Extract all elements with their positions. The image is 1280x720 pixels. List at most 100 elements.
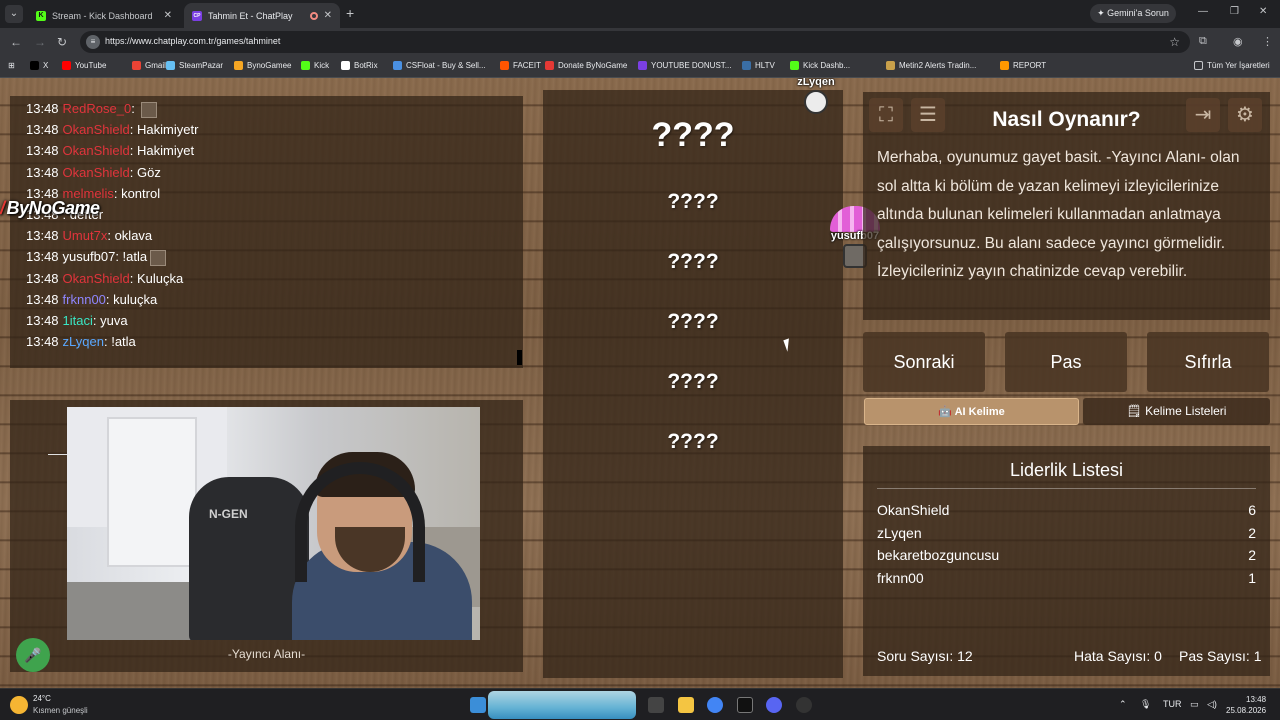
- webcam-feed: N-GEN: [67, 407, 480, 640]
- app-icon[interactable]: [796, 697, 812, 713]
- pass-button[interactable]: Pas: [1005, 332, 1127, 392]
- restore-button[interactable]: ❐: [1230, 6, 1239, 17]
- chat-username[interactable]: OkanShield: [63, 165, 130, 180]
- chat-username[interactable]: OkanShield: [63, 271, 130, 286]
- bookmark-item[interactable]: HLTV: [742, 61, 775, 70]
- bookmark-item[interactable]: YouTube: [62, 61, 106, 70]
- tab-search-button[interactable]: ⌄: [5, 5, 23, 23]
- bookmark-label: Donate ByNoGame: [558, 61, 628, 70]
- chair-brand: N-GEN: [209, 507, 248, 521]
- tab-kick-dashboard[interactable]: K Stream - Kick Dashboard ✕: [28, 3, 180, 28]
- close-tab-icon[interactable]: ✕: [324, 10, 332, 21]
- bookmark-item[interactable]: Donate ByNoGame: [545, 61, 627, 70]
- close-tab-icon[interactable]: ✕: [164, 10, 172, 21]
- menu-kebab-icon[interactable]: ⋮: [1262, 35, 1273, 48]
- bookmark-item[interactable]: YOUTUBE DONUST...: [638, 61, 731, 70]
- bookmark-label: FACEIT: [513, 61, 542, 70]
- tab-chatplay[interactable]: CP Tahmin Et - ChatPlay ✕: [184, 3, 340, 28]
- obs-icon[interactable]: [737, 697, 753, 713]
- bookmark-label: BotRix: [354, 61, 378, 70]
- bookmark-star-icon[interactable]: ☆: [1169, 35, 1180, 49]
- weather-temperature[interactable]: 24°C: [33, 694, 51, 703]
- bookmark-favicon-icon: [301, 61, 310, 70]
- all-bookmarks-button[interactable]: Tüm Yer İşaretleri: [1194, 61, 1270, 70]
- bookmark-favicon-icon: [790, 61, 799, 70]
- bookmark-item[interactable]: Metin2 Alerts Tradin...: [886, 61, 976, 70]
- bookmark-favicon-icon: [886, 61, 895, 70]
- leaderboard-panel: Liderlik Listesi OkanShield 6 zLyqen 2 b…: [863, 446, 1270, 676]
- reset-button[interactable]: Sıfırla: [1147, 332, 1269, 392]
- windows-taskbar: 24°C Kısmen güneşli ⌃ 🎙 TUR ▭ ◁) 13:48 2…: [0, 688, 1280, 720]
- next-button[interactable]: Sonraki: [863, 332, 985, 392]
- start-windows-icon[interactable]: [470, 697, 486, 713]
- chat-username[interactable]: OkanShield: [63, 122, 130, 137]
- language-indicator[interactable]: TUR: [1163, 699, 1182, 709]
- bookmark-item[interactable]: BynoGamee: [234, 61, 291, 70]
- chat-username[interactable]: zLyqen: [63, 334, 104, 349]
- chat-text: kontrol: [121, 185, 161, 201]
- bookmark-item[interactable]: SteamPazar: [166, 61, 223, 70]
- bookmark-item[interactable]: X: [30, 61, 48, 70]
- leaderboard-score: 2: [1248, 547, 1256, 563]
- bookmark-label: Metin2 Alerts Tradin...: [899, 61, 977, 70]
- chat-separator: :: [129, 164, 137, 180]
- brand-overlay-text: ByNoGame: [6, 198, 101, 218]
- network-icon[interactable]: ▭: [1190, 699, 1199, 710]
- chat-username[interactable]: frknn00: [63, 292, 106, 307]
- gemini-button[interactable]: ✦ Gemini'a Sorun: [1090, 4, 1176, 23]
- leaderboard-score: 6: [1248, 502, 1256, 518]
- bookmark-favicon-icon: [545, 61, 554, 70]
- leaderboard-title: Liderlik Listesi: [1009, 460, 1124, 480]
- chat-message: 13:48 RedRose_0:: [26, 101, 158, 118]
- divider: [48, 454, 68, 455]
- weather-sun-icon[interactable]: [10, 696, 28, 714]
- url-text[interactable]: https://www.chatplay.com.tr/games/tahmin…: [105, 36, 280, 46]
- file-explorer-icon[interactable]: [678, 697, 694, 713]
- parachute-username: zLyqen: [797, 78, 835, 88]
- bookmark-item[interactable]: CSFloat - Buy & Sell...: [393, 61, 486, 70]
- apps-grid-icon[interactable]: ⊞: [8, 61, 15, 70]
- close-window-button[interactable]: ✕: [1259, 6, 1267, 17]
- how-to-play-title: Nasıl Oynanır?: [992, 108, 1141, 131]
- minimize-button[interactable]: —: [1198, 6, 1208, 17]
- bookmark-item[interactable]: Kick Dashb...: [790, 61, 850, 70]
- microphone-tray-icon[interactable]: 🎙: [1140, 699, 1151, 710]
- discord-icon[interactable]: [766, 697, 782, 713]
- bookmark-label: Gmail: [145, 61, 166, 70]
- tray-chevron-icon[interactable]: ⌃: [1119, 699, 1127, 710]
- system-clock[interactable]: 13:48 25.08.2026: [1226, 694, 1266, 716]
- chat-separator: :: [107, 228, 115, 244]
- bookmark-item[interactable]: BotRix: [341, 61, 378, 70]
- bookmark-item[interactable]: FACEIT: [500, 61, 541, 70]
- address-bar[interactable]: ≡ https://www.chatplay.com.tr/games/tahm…: [80, 31, 1190, 53]
- divider: [877, 488, 1256, 489]
- chat-message: 13:48 frknn00: kuluçka: [26, 292, 157, 307]
- new-tab-button[interactable]: +: [346, 5, 354, 21]
- ai-word-button[interactable]: 🤖 AI Kelime: [864, 398, 1079, 425]
- chat-username[interactable]: RedRose_0: [63, 101, 132, 116]
- site-info-icon[interactable]: ≡: [86, 35, 100, 49]
- extensions-icon[interactable]: ⧉: [1199, 35, 1207, 48]
- bookmark-favicon-icon: [500, 61, 509, 70]
- bookmark-item[interactable]: REPORT: [1000, 61, 1046, 70]
- chrome-icon[interactable]: [707, 697, 723, 713]
- chat-emote-icon: [150, 249, 167, 266]
- chat-username[interactable]: Umut7x: [63, 228, 108, 243]
- bookmark-item[interactable]: Gmail: [132, 61, 166, 70]
- chat-username[interactable]: yusufb07: [63, 249, 116, 264]
- forward-icon[interactable]: →: [34, 35, 46, 49]
- weather-description[interactable]: Kısmen güneşli: [33, 706, 88, 715]
- chat-username[interactable]: 1itaci: [63, 313, 93, 328]
- volume-icon[interactable]: ◁): [1207, 699, 1217, 710]
- chat-username[interactable]: OkanShield: [63, 143, 130, 158]
- chat-scrollbar[interactable]: [517, 350, 522, 365]
- task-view-icon[interactable]: [648, 697, 664, 713]
- reload-icon[interactable]: ↻: [57, 35, 67, 49]
- bookmark-item[interactable]: Kick: [301, 61, 329, 70]
- profile-avatar-icon[interactable]: ◉: [1233, 35, 1243, 48]
- word-lists-button[interactable]: 🗒 Kelime Listeleri: [1083, 398, 1270, 425]
- word-lists-label: Kelime Listeleri: [1145, 404, 1227, 418]
- mic-icon[interactable]: 🎤: [16, 638, 50, 672]
- chat-timestamp: 13:48: [26, 228, 59, 244]
- back-icon[interactable]: ←: [10, 35, 22, 49]
